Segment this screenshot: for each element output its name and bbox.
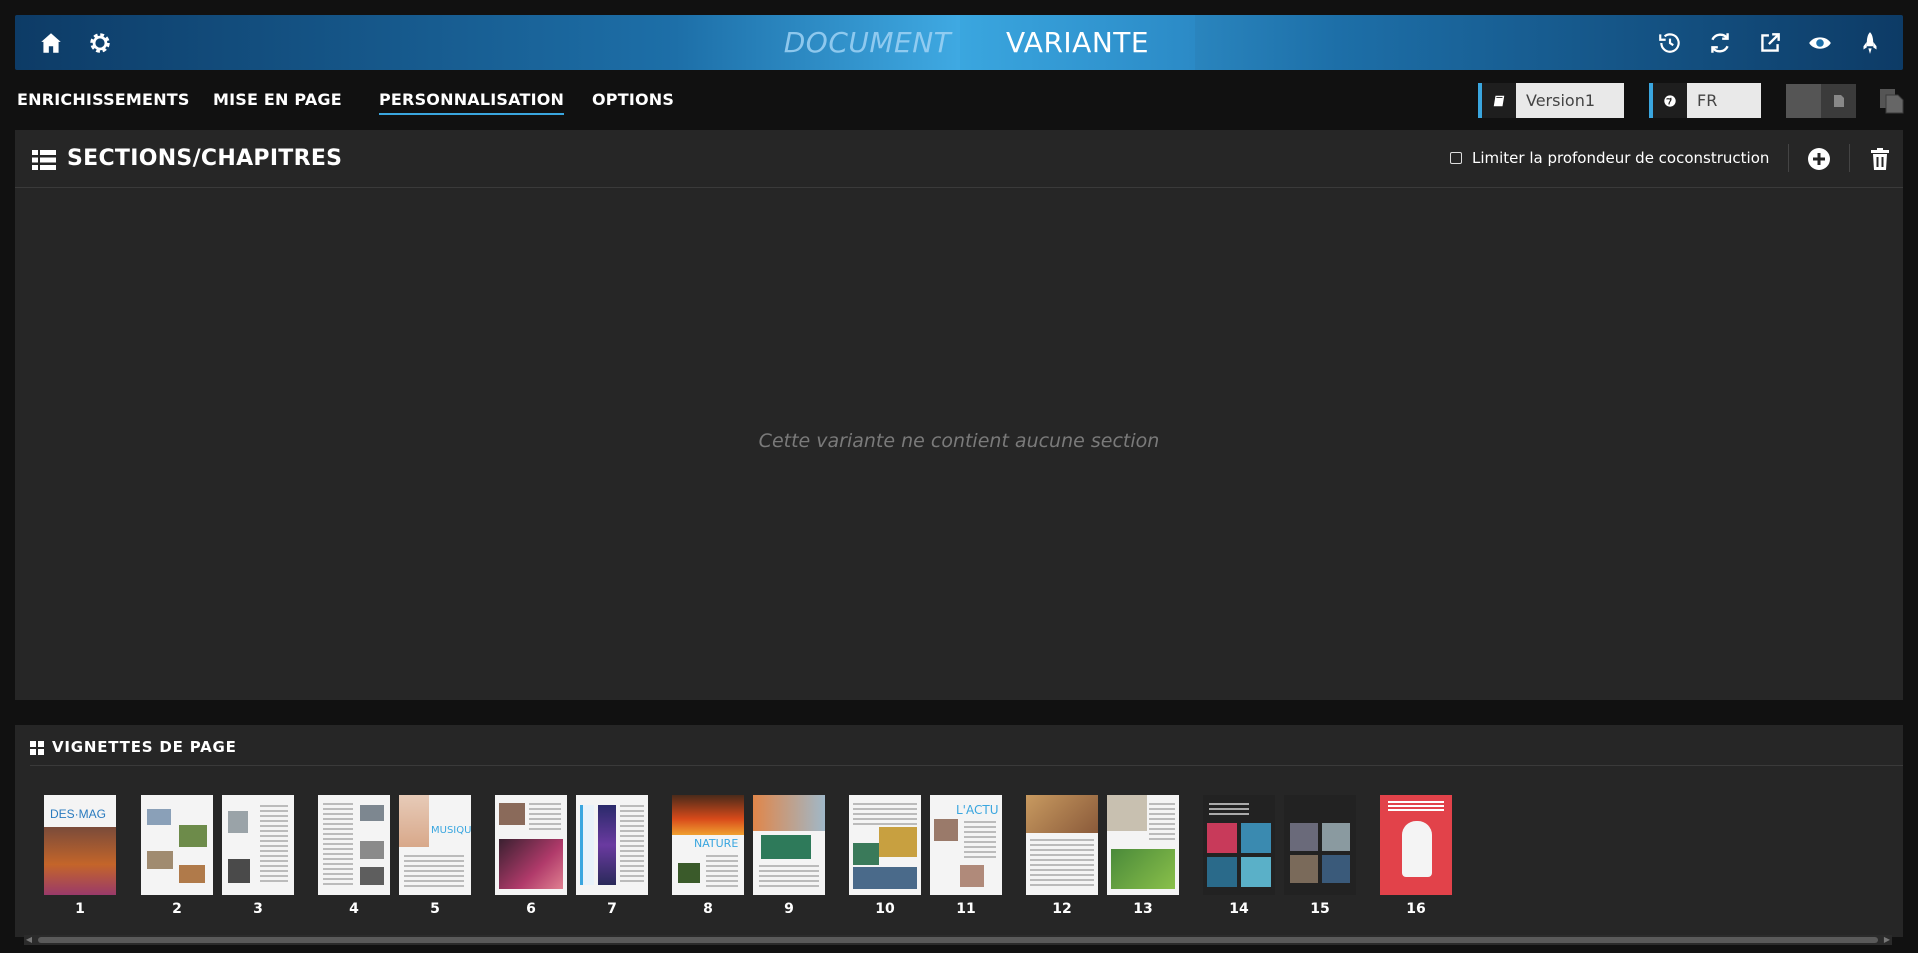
- page-thumbnail[interactable]: NATURE 8: [672, 795, 744, 917]
- page-number: 3: [253, 901, 263, 917]
- view-toggle[interactable]: [1786, 84, 1856, 118]
- grid-icon: [30, 740, 44, 755]
- page-number: 12: [1052, 901, 1072, 917]
- page-number: 4: [349, 901, 359, 917]
- top-header: DOCUMENT VARIANTE: [15, 15, 1903, 70]
- horizontal-scrollbar[interactable]: ◀ ▶: [24, 935, 1892, 945]
- scrollbar-thumb[interactable]: [38, 937, 1878, 943]
- page-thumbnail-image: NATURE: [672, 795, 744, 895]
- page-thumbnail[interactable]: 6: [495, 795, 567, 917]
- version-selector[interactable]: Version1: [1478, 83, 1624, 118]
- menu-enrichissements[interactable]: ENRICHISSEMENTS: [17, 90, 190, 109]
- page-thumbnail[interactable]: 3: [222, 795, 294, 917]
- book-icon: [1482, 83, 1516, 118]
- limit-depth-label: Limiter la profondeur de coconstruction: [1472, 149, 1770, 167]
- page-thumbnail-image: L'ACTU: [930, 795, 1002, 895]
- page-thumbnail[interactable]: 14: [1203, 795, 1275, 917]
- scroll-left-icon[interactable]: ◀: [24, 935, 34, 945]
- page-thumbnail[interactable]: 4: [318, 795, 390, 917]
- duplicate-pages-icon[interactable]: [1877, 86, 1907, 116]
- page-number: 16: [1406, 901, 1426, 917]
- toggle-left[interactable]: [1786, 84, 1821, 118]
- refresh-icon[interactable]: [1707, 30, 1733, 56]
- page-thumbnail-image: DES·MAG: [44, 795, 116, 895]
- page-thumbnail[interactable]: L'ACTU 11: [930, 795, 1002, 917]
- language-selector[interactable]: FR: [1649, 83, 1761, 118]
- sections-header: SECTIONS/CHAPITRES Limiter la profondeur…: [15, 130, 1903, 188]
- trash-icon[interactable]: [1868, 147, 1892, 171]
- page-icon[interactable]: [1821, 84, 1856, 118]
- language-value: FR: [1697, 91, 1718, 110]
- divider: [30, 765, 1903, 766]
- history-icon[interactable]: [1657, 30, 1683, 56]
- divider: [1788, 144, 1789, 172]
- page-thumbnail[interactable]: 2: [141, 795, 213, 917]
- page-number: 13: [1133, 901, 1153, 917]
- eye-icon[interactable]: [1807, 30, 1833, 56]
- rocket-icon[interactable]: [1857, 30, 1883, 56]
- version-value: Version1: [1526, 91, 1596, 110]
- page-thumbnail-image: [753, 795, 825, 895]
- page-number: 9: [784, 901, 794, 917]
- page-thumbnail-image: [495, 795, 567, 895]
- page-thumbnail-image: [576, 795, 648, 895]
- page-number: 11: [956, 901, 976, 917]
- page-thumbnail[interactable]: 16: [1380, 795, 1452, 917]
- scroll-right-icon[interactable]: ▶: [1882, 935, 1892, 945]
- page-number: 1: [75, 901, 85, 917]
- page-thumbnail[interactable]: 7: [576, 795, 648, 917]
- add-section-icon[interactable]: [1807, 147, 1831, 171]
- page-thumbnail[interactable]: MUSIQUE 5: [399, 795, 471, 917]
- limit-depth-checkbox[interactable]: [1450, 152, 1462, 164]
- page-thumbnail[interactable]: 12: [1026, 795, 1098, 917]
- page-thumbnail-image: [318, 795, 390, 895]
- page-number: 15: [1310, 901, 1330, 917]
- page-thumbnail-image: [222, 795, 294, 895]
- sections-panel: SECTIONS/CHAPITRES Limiter la profondeur…: [15, 130, 1903, 700]
- menu-options[interactable]: OPTIONS: [592, 90, 674, 109]
- menu-mise-en-page[interactable]: MISE EN PAGE: [213, 90, 342, 109]
- page-thumbnail-image: [849, 795, 921, 895]
- gear-icon[interactable]: [87, 30, 113, 56]
- external-link-icon[interactable]: [1757, 30, 1783, 56]
- page-number: 7: [607, 901, 617, 917]
- list-icon: [32, 150, 56, 170]
- tab-document[interactable]: DOCUMENT: [760, 15, 975, 70]
- page-number: 8: [703, 901, 713, 917]
- thumbnails-title: VIGNETTES DE PAGE: [52, 738, 237, 756]
- page-thumbnail[interactable]: 10: [849, 795, 921, 917]
- page-thumbnail-image: [1380, 795, 1452, 895]
- page-thumbnail[interactable]: 13: [1107, 795, 1179, 917]
- page-number: 2: [172, 901, 182, 917]
- page-number: 5: [430, 901, 440, 917]
- page-thumbnails-panel: VIGNETTES DE PAGE DES·MAG 1 2 3 4 MUSIQU…: [15, 725, 1903, 937]
- globe-icon: [1653, 83, 1687, 118]
- page-thumbnail-image: [1203, 795, 1275, 895]
- sections-title: SECTIONS/CHAPITRES: [67, 146, 343, 171]
- page-thumbnail[interactable]: 15: [1284, 795, 1356, 917]
- page-number: 10: [875, 901, 895, 917]
- page-thumbnail-image: [1284, 795, 1356, 895]
- page-thumbnail-image: [1026, 795, 1098, 895]
- page-number: 6: [526, 901, 536, 917]
- divider: [1849, 144, 1850, 172]
- tab-variante[interactable]: VARIANTE: [960, 15, 1195, 70]
- page-number: 14: [1229, 901, 1249, 917]
- page-thumbnail-image: [141, 795, 213, 895]
- page-thumbnail[interactable]: 9: [753, 795, 825, 917]
- home-icon[interactable]: [38, 30, 64, 56]
- limit-depth-option[interactable]: Limiter la profondeur de coconstruction: [1450, 149, 1769, 167]
- menu-personnalisation[interactable]: PERSONNALISATION: [379, 90, 565, 115]
- page-thumbnail-image: [1107, 795, 1179, 895]
- page-thumbnail-image: MUSIQUE: [399, 795, 471, 895]
- page-thumbnail[interactable]: DES·MAG 1: [44, 795, 116, 917]
- empty-sections-message: Cette variante ne contient aucune sectio…: [758, 430, 1160, 452]
